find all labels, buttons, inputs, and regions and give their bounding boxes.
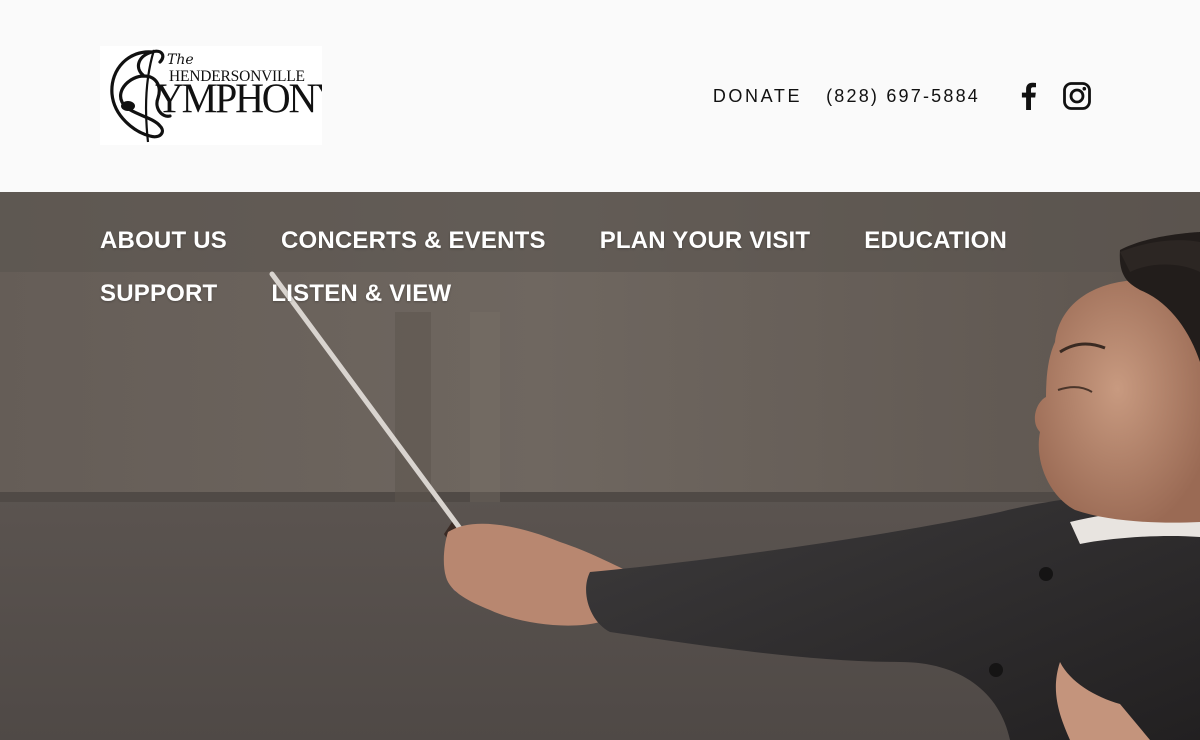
- facebook-icon[interactable]: [1014, 81, 1044, 111]
- nav-listen-view[interactable]: LISTEN & VIEW: [271, 275, 451, 312]
- nav-education[interactable]: EDUCATION: [864, 222, 1007, 259]
- phone-link[interactable]: (828) 697-5884: [826, 86, 980, 107]
- instagram-icon[interactable]: [1062, 81, 1092, 111]
- nav-concerts-events[interactable]: CONCERTS & EVENTS: [281, 222, 546, 259]
- logo-symphony: YMPHONY: [155, 74, 322, 123]
- nav-plan-your-visit[interactable]: PLAN YOUR VISIT: [600, 222, 811, 259]
- primary-navigation: ABOUT US CONCERTS & EVENTS PLAN YOUR VIS…: [100, 222, 1060, 312]
- nav-support[interactable]: SUPPORT: [100, 275, 217, 312]
- logo-the: The: [167, 52, 194, 68]
- donate-link[interactable]: DONATE: [713, 86, 802, 107]
- utility-nav: DONATE (828) 697-5884: [713, 80, 1092, 112]
- nav-about-us[interactable]: ABOUT US: [100, 222, 227, 259]
- social-links: [1014, 81, 1092, 111]
- site-logo[interactable]: The HENDERSONVILLE YMPHONY: [100, 46, 322, 145]
- site-header: The HENDERSONVILLE YMPHONY DONATE (828) …: [0, 0, 1200, 192]
